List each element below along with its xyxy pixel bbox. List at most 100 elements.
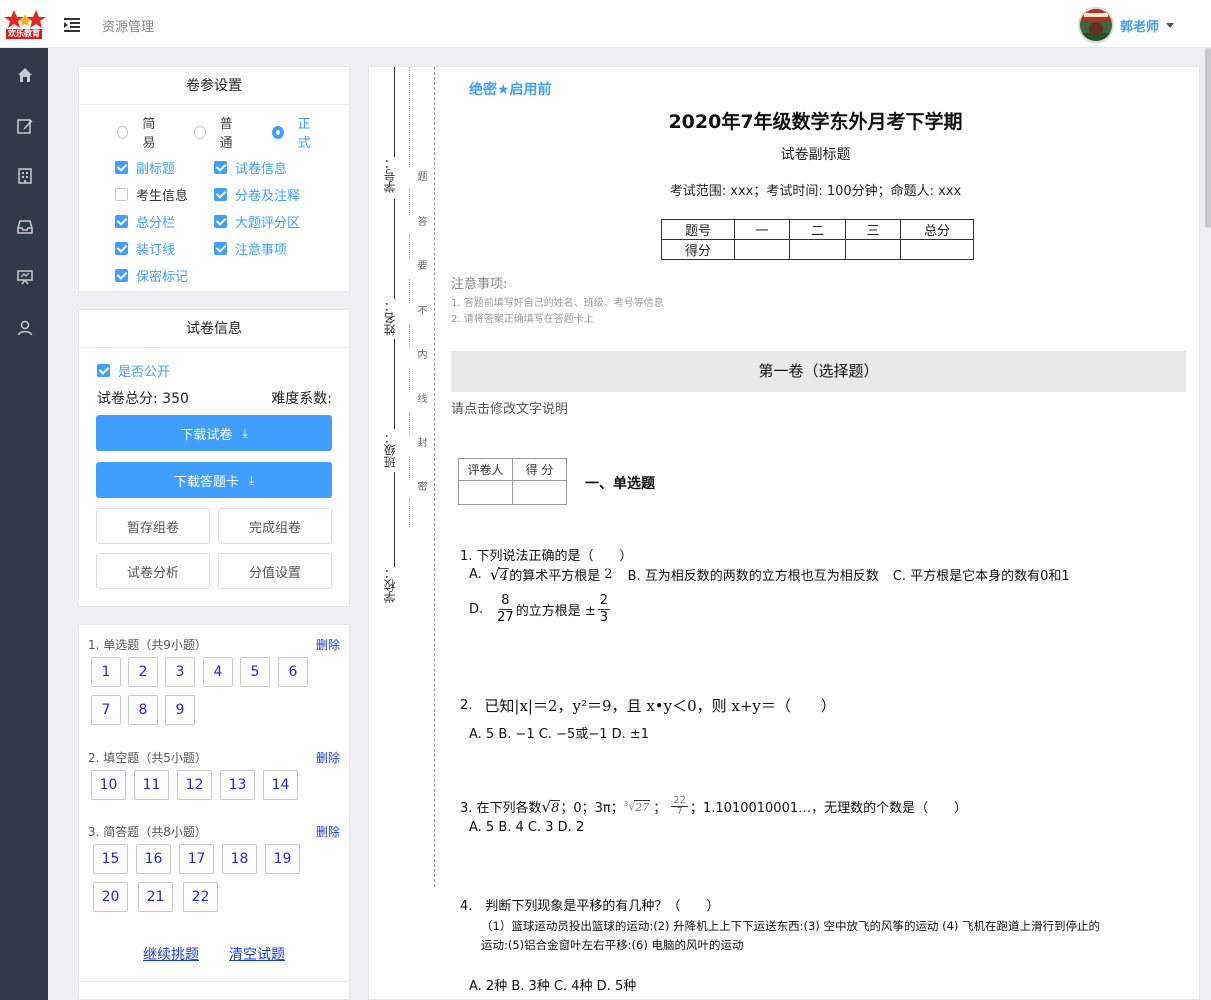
question-number[interactable]: 15 [93, 844, 128, 874]
question-3-options[interactable]: A. 5 B. 4 C. 3 D. 2 [469, 820, 584, 835]
question-number[interactable]: 10 [91, 770, 126, 800]
part-title[interactable]: 第一卷（选择题） [451, 351, 1186, 392]
save-draft-button[interactable]: 暂存组卷 [96, 508, 210, 544]
section-title: 2. 填空题（共5小题） [88, 751, 207, 765]
user-name: 郭老师 [1120, 19, 1160, 35]
question-1-options-row[interactable]: A. √ 4 的算术平方根是 2 B. 互为相反数的两数的立方根也互为相反数 C.… [469, 565, 1070, 584]
question-number[interactable]: 2 [128, 657, 158, 687]
home-icon[interactable] [16, 66, 34, 84]
delete-section-button[interactable]: 删除 [316, 749, 340, 766]
sqrt-expression: √ 4 [490, 565, 510, 584]
logo-text: 欢乐教育 [6, 29, 42, 39]
user-icon[interactable] [16, 319, 34, 337]
binding-label-class: 班级： [383, 432, 397, 468]
delete-section-button[interactable]: 删除 [316, 636, 340, 653]
question-number[interactable]: 8 [128, 695, 158, 725]
option-student-info[interactable]: 考生信息 [115, 185, 188, 204]
breadcrumb[interactable]: 资源管理 [102, 16, 154, 35]
download-answer-card-button[interactable]: 下载答题卡 ⤓ [96, 462, 332, 498]
scrollbar[interactable] [1205, 48, 1211, 228]
presentation-icon[interactable] [16, 268, 34, 286]
radicand: 27 [634, 799, 651, 814]
public-checkbox[interactable]: 是否公开 [97, 361, 170, 380]
question-number[interactable]: 12 [177, 770, 212, 800]
question-1-stem[interactable]: 1. 下列说法正确的是（ ） [460, 545, 633, 564]
question-4-line[interactable]: （1）篮球运动员投出篮球的运动:(2) 升降机上上下下运送东西:(3) 空中放飞… [481, 918, 1100, 934]
question-number[interactable]: 7 [91, 695, 121, 725]
question-number[interactable]: 17 [179, 844, 214, 874]
paper-title[interactable]: 2020年7年级数学东外月考下学期 [369, 107, 1199, 134]
mode-radio-formal[interactable]: 正式 [271, 113, 319, 151]
logo[interactable]: 欢乐教育 [4, 8, 48, 40]
option-total-score-bar[interactable]: 总分栏 [115, 212, 175, 231]
question-1-option-d[interactable]: D. 8 27 的立方根是 ± 23 [469, 593, 612, 626]
option-paper-info[interactable]: 试卷信息 [214, 158, 287, 177]
option-label: 大题评分区 [235, 216, 301, 231]
question-number[interactable]: 22 [183, 882, 218, 912]
paper-exam-info[interactable]: 考试范围: xxx；考试时间: 100分钟；命题人: xxx [369, 180, 1199, 199]
button-label: 下载答题卡 [173, 474, 239, 490]
denominator: 27 [497, 610, 514, 625]
paper-subtitle[interactable]: 试卷副标题 [369, 144, 1199, 164]
question-number[interactable]: 19 [265, 844, 300, 874]
question-text: 3. 在下列各数 [460, 801, 542, 816]
option-section-grading[interactable]: 大题评分区 [214, 212, 300, 231]
question-number[interactable]: 6 [278, 657, 308, 687]
part-hint[interactable]: 请点击修改文字说明 [451, 398, 568, 417]
question-number[interactable]: 3 [165, 657, 195, 687]
option-text: B. 互为相反数的两数的立方根也互为相反数 [627, 569, 879, 584]
score-setting-button[interactable]: 分值设置 [218, 553, 332, 589]
question-4-options[interactable]: A. 2种 B. 3种 C. 4种 D. 5种 [469, 975, 636, 994]
question-number[interactable]: 13 [220, 770, 255, 800]
seal-dotted-line [409, 324, 410, 348]
checkbox [115, 242, 128, 255]
question-2-options[interactable]: A. 5 B. −1 C. −5或−1 D. ±1 [469, 723, 649, 742]
option-binding-line[interactable]: 装订线 [115, 239, 175, 258]
score-cell [845, 239, 901, 260]
question-2-stem[interactable]: 2. 已知|x|＝2，y²＝9，且 x•y＜0，则 x+y＝（ ） [460, 695, 836, 716]
seal-char: 线 [415, 393, 426, 403]
radio-label: 简易 [142, 117, 156, 151]
mode-radio-group: 简易 普通 正式 [117, 113, 349, 151]
question-4-line[interactable]: 运动:(5)铝合金窗叶左右平移:(6) 电脑的风叶的运动 [481, 937, 743, 953]
question-number[interactable]: 4 [203, 657, 233, 687]
section-title-single-choice[interactable]: 一、单选题 [585, 473, 655, 493]
question-number[interactable]: 14 [263, 770, 298, 800]
score-cell [734, 239, 790, 260]
score-table-head: 三 [845, 219, 901, 240]
secret-tag[interactable]: 绝密★启用前 [469, 79, 552, 99]
paper-info-card: 试卷信息 是否公开 试卷总分: 350 难度系数: 下载试卷 ⤓ 下载答题卡 ⤓ 暂… [78, 309, 350, 607]
question-4-stem[interactable]: 4. 判断下列现象是平移的有几种？（ ） [460, 895, 719, 914]
question-number[interactable]: 1 [91, 657, 121, 687]
mode-radio-simple[interactable]: 简易 [117, 113, 164, 151]
menu-toggle-icon[interactable] [64, 17, 80, 32]
question-number[interactable]: 18 [222, 844, 257, 874]
question-number[interactable]: 21 [138, 882, 173, 912]
user-menu[interactable]: 郭老师 [1078, 7, 1175, 43]
question-number[interactable]: 5 [240, 657, 270, 687]
option-notes[interactable]: 注意事项 [214, 239, 287, 258]
score-table-head: 一 [734, 219, 790, 240]
finish-button[interactable]: 完成组卷 [218, 508, 332, 544]
download-paper-button[interactable]: 下载试卷 ⤓ [96, 415, 332, 451]
question-number[interactable]: 11 [134, 770, 169, 800]
delete-section-button[interactable]: 删除 [316, 823, 340, 840]
question-3-stem[interactable]: 3. 在下列各数 √ 8 ；0；3π； 3√ 27 ； 22 7 ；1.1010010… [460, 796, 967, 817]
question-number[interactable]: 16 [136, 844, 171, 874]
analysis-button[interactable]: 试卷分析 [96, 553, 210, 589]
building-icon[interactable] [16, 167, 34, 185]
paper-preview: 学号： 姓名： 班级： 学校： 题 答 要 不 内 线 封 密 绝密★启用前 2… [368, 66, 1200, 1000]
continue-pick-link[interactable]: 继续挑题 [143, 944, 199, 964]
option-subtitle[interactable]: 副标题 [115, 158, 175, 177]
clear-questions-link[interactable]: 清空试题 [229, 944, 285, 964]
fraction: 8 27 [497, 593, 514, 626]
edit-icon[interactable] [16, 117, 34, 135]
separator-text: ； [653, 801, 667, 816]
question-number[interactable]: 9 [165, 695, 195, 725]
question-number[interactable]: 20 [93, 882, 128, 912]
score-cell [789, 239, 846, 260]
option-secret-mark[interactable]: 保密标记 [115, 266, 188, 285]
inbox-icon[interactable] [16, 218, 34, 236]
mode-radio-normal[interactable]: 普通 [194, 113, 241, 151]
option-volume-notes[interactable]: 分卷及注释 [214, 185, 300, 204]
